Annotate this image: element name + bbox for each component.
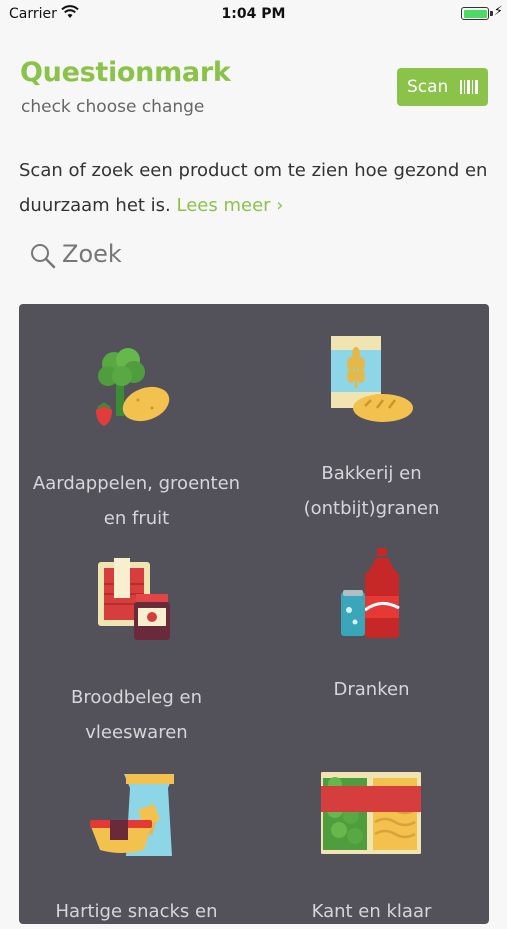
- category-name: Dranken: [333, 679, 410, 700]
- status-bar: Carrier 1:04 PM ⚡: [0, 0, 507, 28]
- sandwich-spread-icon: [98, 558, 170, 640]
- category-name: Broodbeleg en vleeswaren: [70, 687, 202, 743]
- intro-text: Scan of zoek een product om te zien hoe …: [19, 153, 489, 223]
- clock: 1:04 PM: [221, 6, 286, 22]
- snacks-icon: [90, 774, 174, 856]
- barcode-icon: [460, 80, 478, 94]
- search-placeholder: Zoek: [62, 240, 122, 268]
- ready-meal-icon: [321, 772, 421, 854]
- search-field[interactable]: Zoek: [30, 238, 330, 274]
- category-name: Hartige snacks en: [55, 901, 218, 922]
- category-grid: Aardappelen, groenten en fruit Bakkerij …: [19, 304, 489, 924]
- bakery-icon: [331, 336, 413, 422]
- category-name: Bakkerij en (ontbijt)granen: [303, 463, 440, 519]
- scan-button-label: Scan: [407, 77, 449, 97]
- charging-icon: ⚡: [493, 4, 503, 19]
- vegetables-icon: [96, 348, 170, 426]
- category-name: Aardappelen, groenten en fruit: [32, 473, 241, 529]
- read-more-link[interactable]: Lees meer ›: [177, 195, 284, 216]
- drinks-icon: [341, 548, 400, 638]
- app-tagline: check choose change: [21, 97, 205, 117]
- battery-icon: [461, 7, 489, 20]
- category-name: Kant en klaar: [311, 901, 432, 922]
- search-icon: [31, 244, 56, 269]
- scan-button[interactable]: Scan: [397, 68, 488, 106]
- app-logo: Questionmark: [20, 57, 231, 88]
